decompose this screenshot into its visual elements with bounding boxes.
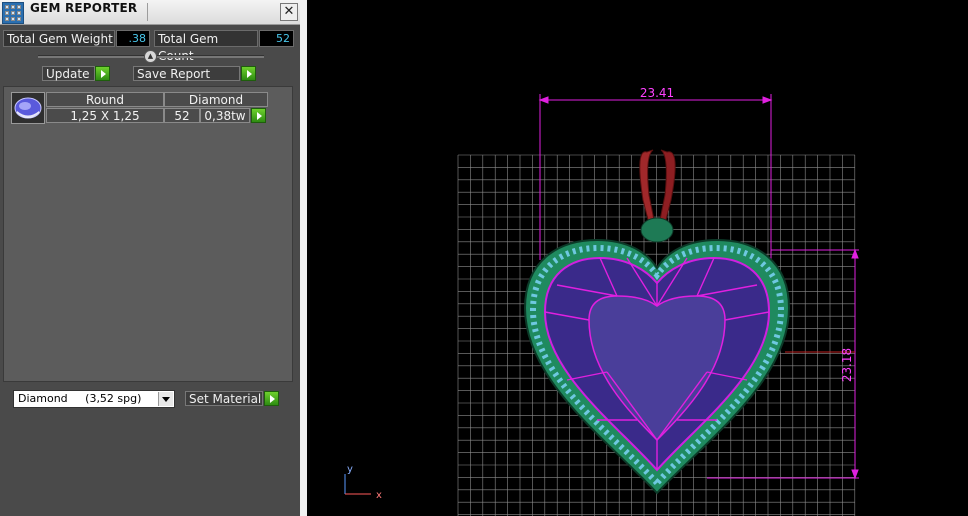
total-gem-weight-label: Total Gem Weight bbox=[3, 30, 115, 47]
update-button[interactable]: Update bbox=[42, 66, 95, 81]
total-gem-weight-value: .38 bbox=[116, 30, 150, 47]
gem-round-icon bbox=[11, 92, 45, 124]
total-gem-count-label: Total Gem Count bbox=[154, 30, 258, 63]
title-divider bbox=[147, 3, 148, 21]
axis-x-label: x bbox=[376, 490, 382, 501]
gem-list: Round Diamond 1,25 X 1,25 52 0,38tw bbox=[3, 86, 293, 382]
update-go-icon[interactable] bbox=[95, 66, 110, 81]
total-gem-count-value: 52 bbox=[259, 30, 294, 47]
pendant-bail bbox=[639, 149, 676, 243]
save-report-button[interactable]: Save Report bbox=[133, 66, 240, 81]
gem-reporter-panel: GEM REPORTER ✕ Total Gem Weight .38 Tota… bbox=[0, 0, 300, 516]
app-icon bbox=[2, 2, 24, 24]
heart-pendant bbox=[523, 238, 791, 495]
gem-size-cell: 1,25 X 1,25 bbox=[46, 108, 164, 123]
material-dropdown[interactable]: Diamond (3,52 spg) bbox=[13, 390, 175, 408]
close-icon[interactable]: ✕ bbox=[280, 3, 298, 21]
width-dimension-label: 23.41 bbox=[640, 86, 674, 100]
column-header-shape: Round bbox=[46, 92, 164, 107]
axis-y-label: y bbox=[347, 464, 353, 475]
panel-separator[interactable] bbox=[300, 0, 307, 516]
slider-knob-icon[interactable]: ▲ bbox=[144, 50, 157, 63]
go-arrow-icon[interactable] bbox=[251, 108, 266, 123]
3d-viewport[interactable]: 23.41 23.18 y x bbox=[307, 0, 968, 516]
save-report-go-icon[interactable] bbox=[241, 66, 256, 81]
set-material-button[interactable]: Set Material bbox=[185, 391, 263, 406]
title-bar: GEM REPORTER ✕ bbox=[0, 0, 300, 25]
gem-weight-cell: 0,38tw bbox=[200, 108, 250, 123]
set-material-go-icon[interactable] bbox=[264, 391, 279, 406]
material-selected-value: Diamond (3,52 spg) bbox=[18, 392, 142, 405]
viewport-canvas: 23.41 23.18 y x bbox=[344, 86, 859, 516]
height-dimension-label: 23.18 bbox=[840, 348, 854, 382]
window-title: GEM REPORTER bbox=[30, 1, 138, 15]
gem-count-cell: 52 bbox=[164, 108, 200, 123]
column-header-material: Diamond bbox=[164, 92, 268, 107]
axis-triad bbox=[344, 474, 371, 495]
dropdown-arrow-icon[interactable] bbox=[158, 392, 173, 406]
